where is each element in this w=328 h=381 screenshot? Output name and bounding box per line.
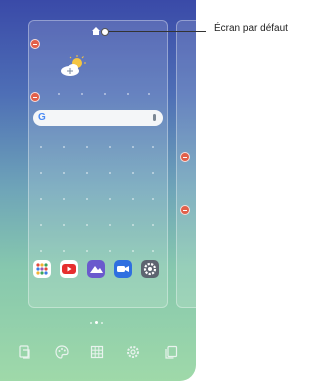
- callout-label: Écran par défaut: [214, 23, 288, 34]
- youtube-icon[interactable]: [60, 260, 78, 278]
- home-screen-editor: G: [0, 0, 196, 381]
- apps-folder-icon[interactable]: [33, 260, 51, 278]
- home-page-previous-edge[interactable]: [0, 20, 22, 306]
- google-search-bar[interactable]: G: [33, 110, 163, 126]
- home-settings-gear-icon[interactable]: [125, 344, 141, 360]
- home-icon[interactable]: [91, 26, 101, 36]
- home-page-next-preview[interactable]: [176, 20, 196, 308]
- remove-widget-badge[interactable]: [180, 205, 190, 215]
- themes-icon[interactable]: [54, 344, 70, 360]
- remove-widget-badge[interactable]: [180, 152, 190, 162]
- google-logo: G: [38, 112, 46, 123]
- remove-widget-badge[interactable]: [30, 92, 40, 102]
- callout-line: [101, 31, 206, 32]
- settings-gear-icon[interactable]: [141, 260, 159, 278]
- widgets-grid-icon[interactable]: [89, 344, 105, 360]
- callout-dot: [101, 28, 109, 36]
- weather-cloud-sun-icon[interactable]: [58, 55, 88, 79]
- wallpaper-icon[interactable]: [17, 344, 33, 360]
- remove-widget-badge[interactable]: [30, 39, 40, 49]
- copy-page-icon[interactable]: [163, 344, 179, 360]
- gallery-icon[interactable]: [87, 260, 105, 278]
- microphone-icon[interactable]: [153, 114, 156, 121]
- video-camera-icon[interactable]: [114, 260, 132, 278]
